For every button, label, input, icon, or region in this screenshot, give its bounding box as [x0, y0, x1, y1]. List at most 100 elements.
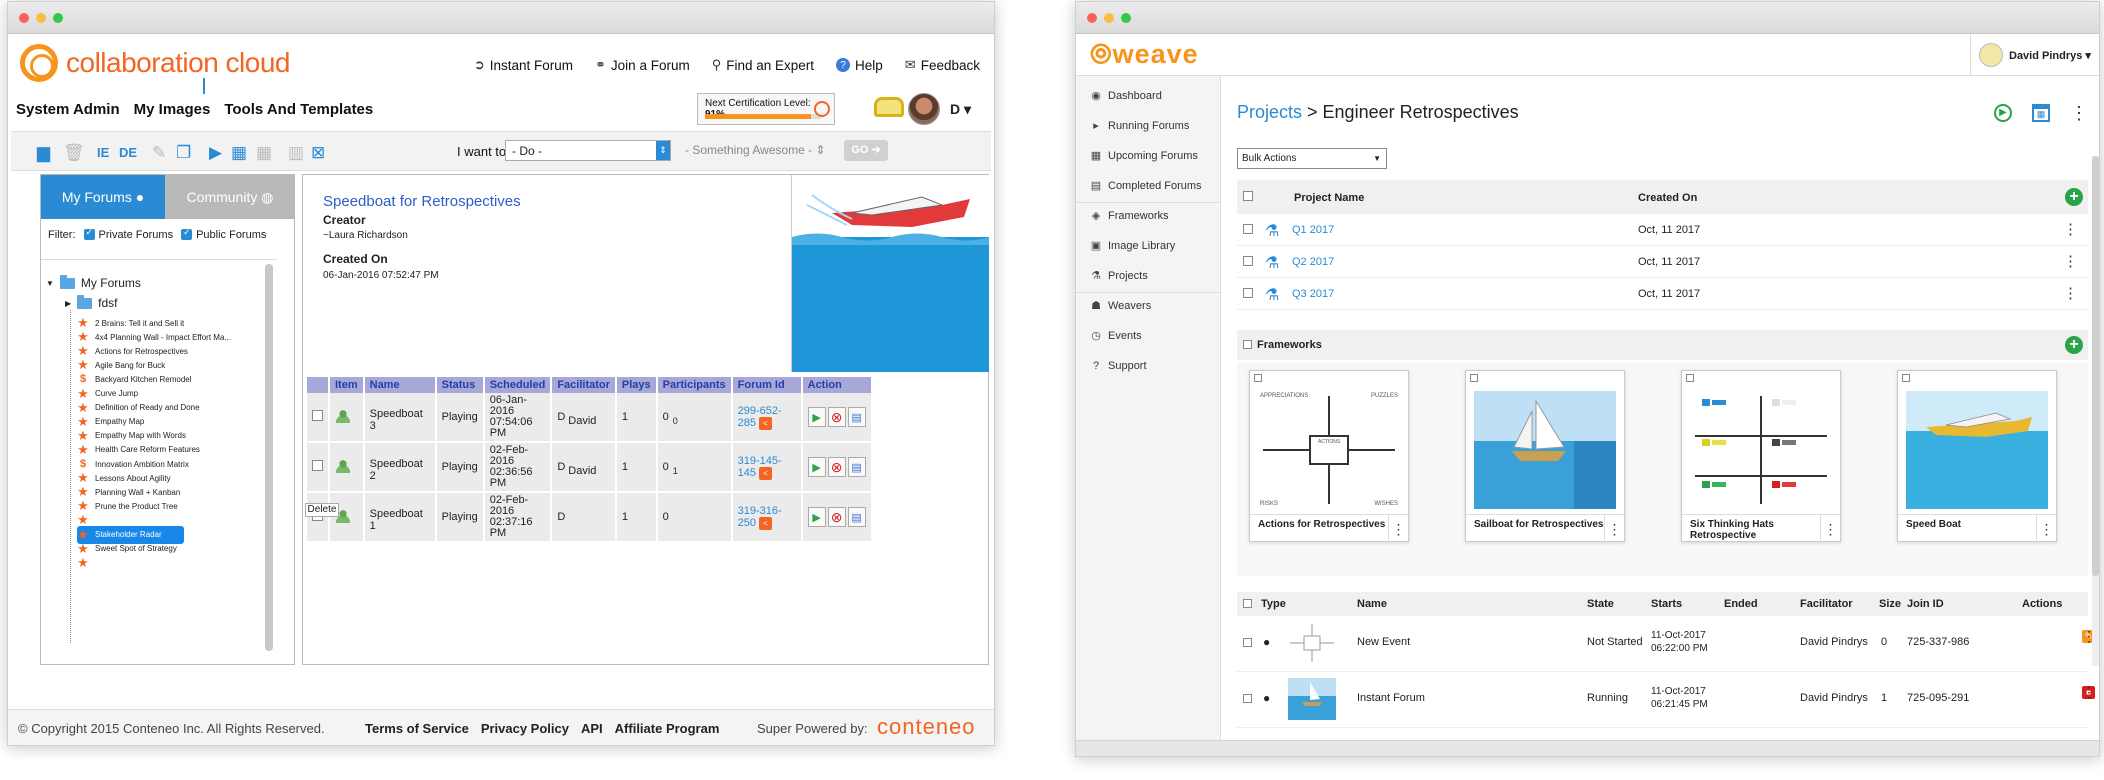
- card-checkbox[interactable]: [1254, 374, 1262, 382]
- api-link[interactable]: API: [581, 721, 603, 736]
- terms-link[interactable]: Terms of Service: [365, 721, 469, 736]
- excel-icon[interactable]: ⊠: [311, 143, 325, 163]
- forum-title[interactable]: Speedboat for Retrospectives: [323, 193, 521, 210]
- delete-button[interactable]: Delete: [305, 503, 339, 517]
- instant-forum-link[interactable]: ➲ Instant Forum: [474, 57, 573, 73]
- nav-tools-templates[interactable]: Tools And Templates: [224, 101, 373, 118]
- card-menu-icon[interactable]: ⋮: [2036, 515, 2056, 543]
- stop-button[interactable]: ⊗: [827, 457, 846, 477]
- target-select[interactable]: - Something Awesome - ⇕: [679, 140, 839, 161]
- row-checkbox[interactable]: [1243, 694, 1252, 703]
- row-checkbox[interactable]: [1243, 638, 1252, 647]
- event-name[interactable]: New Event: [1357, 636, 1410, 648]
- framework-card-actions[interactable]: APPRECIATIONS PUZZLES RISKS WISHES ACTIO…: [1249, 370, 1409, 543]
- row-name[interactable]: Speedboat 1: [370, 508, 423, 532]
- project-name-link[interactable]: Q2 2017: [1292, 256, 1334, 268]
- column-header-ended[interactable]: Ended: [1724, 598, 1758, 610]
- archive-button[interactable]: ▤: [847, 457, 866, 477]
- sidebar-item-projects[interactable]: ⚗ Projects: [1090, 270, 1148, 282]
- card-checkbox[interactable]: [1470, 374, 1478, 382]
- help-link[interactable]: ? Help: [836, 57, 883, 73]
- framework-card-speed-boat[interactable]: Speed Boat ⋮: [1897, 370, 2057, 543]
- add-project-button[interactable]: +: [2065, 188, 2083, 206]
- import-export-button[interactable]: IE: [97, 145, 109, 160]
- action-select[interactable]: - Do - ⇕: [505, 140, 671, 161]
- trash-icon[interactable]: 🗑: [63, 143, 85, 163]
- row-checkbox[interactable]: [312, 410, 323, 421]
- play-icon[interactable]: ▶: [209, 143, 222, 163]
- calendar-clock-icon[interactable]: ▦: [256, 143, 272, 163]
- sidebar-item-support[interactable]: ? Support: [1090, 360, 1147, 372]
- select-all-checkbox[interactable]: [1243, 191, 1253, 201]
- weave-logo[interactable]: ⦾weave: [1090, 39, 1199, 71]
- user-menu[interactable]: David Pindrys ▾: [1970, 34, 2099, 76]
- row-menu-icon[interactable]: ⋮: [2082, 684, 2096, 701]
- calendar-icon[interactable]: ▦: [2032, 104, 2050, 122]
- event-row[interactable]: ● New Event Not Started 11-Oct-2017 06:22:00…: [1237, 616, 2096, 672]
- copy-icon[interactable]: ❐: [176, 143, 191, 163]
- share-icon[interactable]: <: [758, 466, 772, 480]
- calendar-icon[interactable]: ▦: [231, 143, 247, 163]
- feedback-link[interactable]: ✉ Feedback: [905, 57, 980, 73]
- affiliate-link[interactable]: Affiliate Program: [615, 721, 720, 736]
- sidebar-item-running-forums[interactable]: ▸ Running Forums: [1090, 120, 1189, 132]
- project-row[interactable]: ⚗ Q2 2017 Oct, 11 2017 ⋮: [1237, 246, 2088, 278]
- column-header-size[interactable]: Size: [1879, 598, 1901, 610]
- tree-scrollbar-thumb[interactable]: [265, 264, 273, 651]
- project-row[interactable]: ⚗ Q3 2017 Oct, 11 2017 ⋮: [1237, 278, 2088, 310]
- project-name-link[interactable]: Q3 2017: [1292, 288, 1334, 300]
- sidebar-item-image-library[interactable]: ▣ Image Library: [1090, 240, 1175, 252]
- play-button[interactable]: ▶: [807, 507, 826, 527]
- row-checkbox[interactable]: [1243, 288, 1253, 298]
- privacy-link[interactable]: Privacy Policy: [481, 721, 569, 736]
- row-checkbox[interactable]: [1243, 256, 1253, 266]
- bulk-actions-select[interactable]: Bulk Actions ▼: [1237, 148, 1387, 169]
- project-row[interactable]: ⚗ Q1 2017 Oct, 11 2017 ⋮: [1237, 214, 2088, 246]
- sidebar-item-upcoming-forums[interactable]: ▦ Upcoming Forums: [1090, 150, 1198, 162]
- bar-chart-icon[interactable]: ▥: [288, 143, 304, 163]
- row-name[interactable]: Speedboat 2: [370, 458, 423, 482]
- column-header-scheduled[interactable]: Scheduled: [483, 377, 553, 393]
- table-row[interactable]: Speedboat 2 Playing 02-Feb-2016 02:36:56 PM…: [307, 442, 873, 493]
- share-icon[interactable]: <: [758, 516, 772, 530]
- project-name-link[interactable]: Q1 2017: [1292, 224, 1334, 236]
- tree-scrollbar[interactable]: [265, 264, 273, 651]
- row-menu-icon[interactable]: ⋮: [2063, 252, 2078, 270]
- join-forum-link[interactable]: ⚭ Join a Forum: [595, 57, 690, 73]
- close-window-button[interactable]: [1087, 13, 1097, 23]
- nav-system-admin[interactable]: System Admin: [16, 101, 120, 118]
- tab-community[interactable]: Community ◍: [165, 175, 295, 219]
- archive-button[interactable]: ▤: [847, 407, 866, 427]
- stop-button[interactable]: ⊗: [827, 407, 846, 427]
- go-button[interactable]: GO ➔: [844, 140, 888, 161]
- column-header-join-id[interactable]: Join ID: [1907, 598, 1944, 610]
- sidebar-item-completed-forums[interactable]: ▤ Completed Forums: [1090, 180, 1202, 192]
- archive-button[interactable]: ▤: [847, 507, 866, 527]
- column-header-facilitator[interactable]: Facilitator: [1800, 598, 1853, 610]
- column-header-name[interactable]: Name: [363, 377, 437, 393]
- collaboration-cloud-logo[interactable]: collaboration cloud: [20, 44, 291, 94]
- find-expert-link[interactable]: ⚲ Find an Expert: [712, 57, 814, 73]
- row-name[interactable]: Speedboat 3: [370, 408, 423, 432]
- event-name[interactable]: Instant Forum: [1357, 692, 1425, 704]
- column-header-name[interactable]: Name: [1357, 598, 1387, 610]
- framework-card-six-hats[interactable]: Six Thinking Hats Retrospective ⋮: [1681, 370, 1841, 543]
- play-button[interactable]: ▶: [807, 407, 826, 427]
- framework-card-sailboat[interactable]: Sailboat for Retrospectives ⋮: [1465, 370, 1625, 543]
- column-header-facilitator[interactable]: Facilitator: [551, 377, 617, 393]
- conteneo-logo[interactable]: conteneo: [877, 714, 976, 740]
- stop-button[interactable]: ⊗: [827, 507, 846, 527]
- folder-icon[interactable]: ▆: [37, 143, 50, 163]
- close-window-button[interactable]: [19, 13, 29, 23]
- play-icon[interactable]: ▶: [1994, 104, 2012, 122]
- tree-root[interactable]: ▼ My Forums: [46, 274, 141, 290]
- private-forums-checkbox[interactable]: Private Forums: [83, 227, 173, 241]
- column-header-plays[interactable]: Plays: [615, 377, 658, 393]
- column-header-project-name[interactable]: Project Name: [1294, 192, 1364, 204]
- minimize-window-button[interactable]: [1104, 13, 1114, 23]
- user-avatar[interactable]: [908, 93, 940, 125]
- table-row[interactable]: Speedboat 1 Playing 02-Feb-2016 02:37:16 PM…: [307, 492, 873, 543]
- more-options-icon[interactable]: ⋮: [2070, 104, 2088, 122]
- data-export-button[interactable]: DE: [119, 145, 137, 160]
- column-header-participants[interactable]: Participants: [656, 377, 733, 393]
